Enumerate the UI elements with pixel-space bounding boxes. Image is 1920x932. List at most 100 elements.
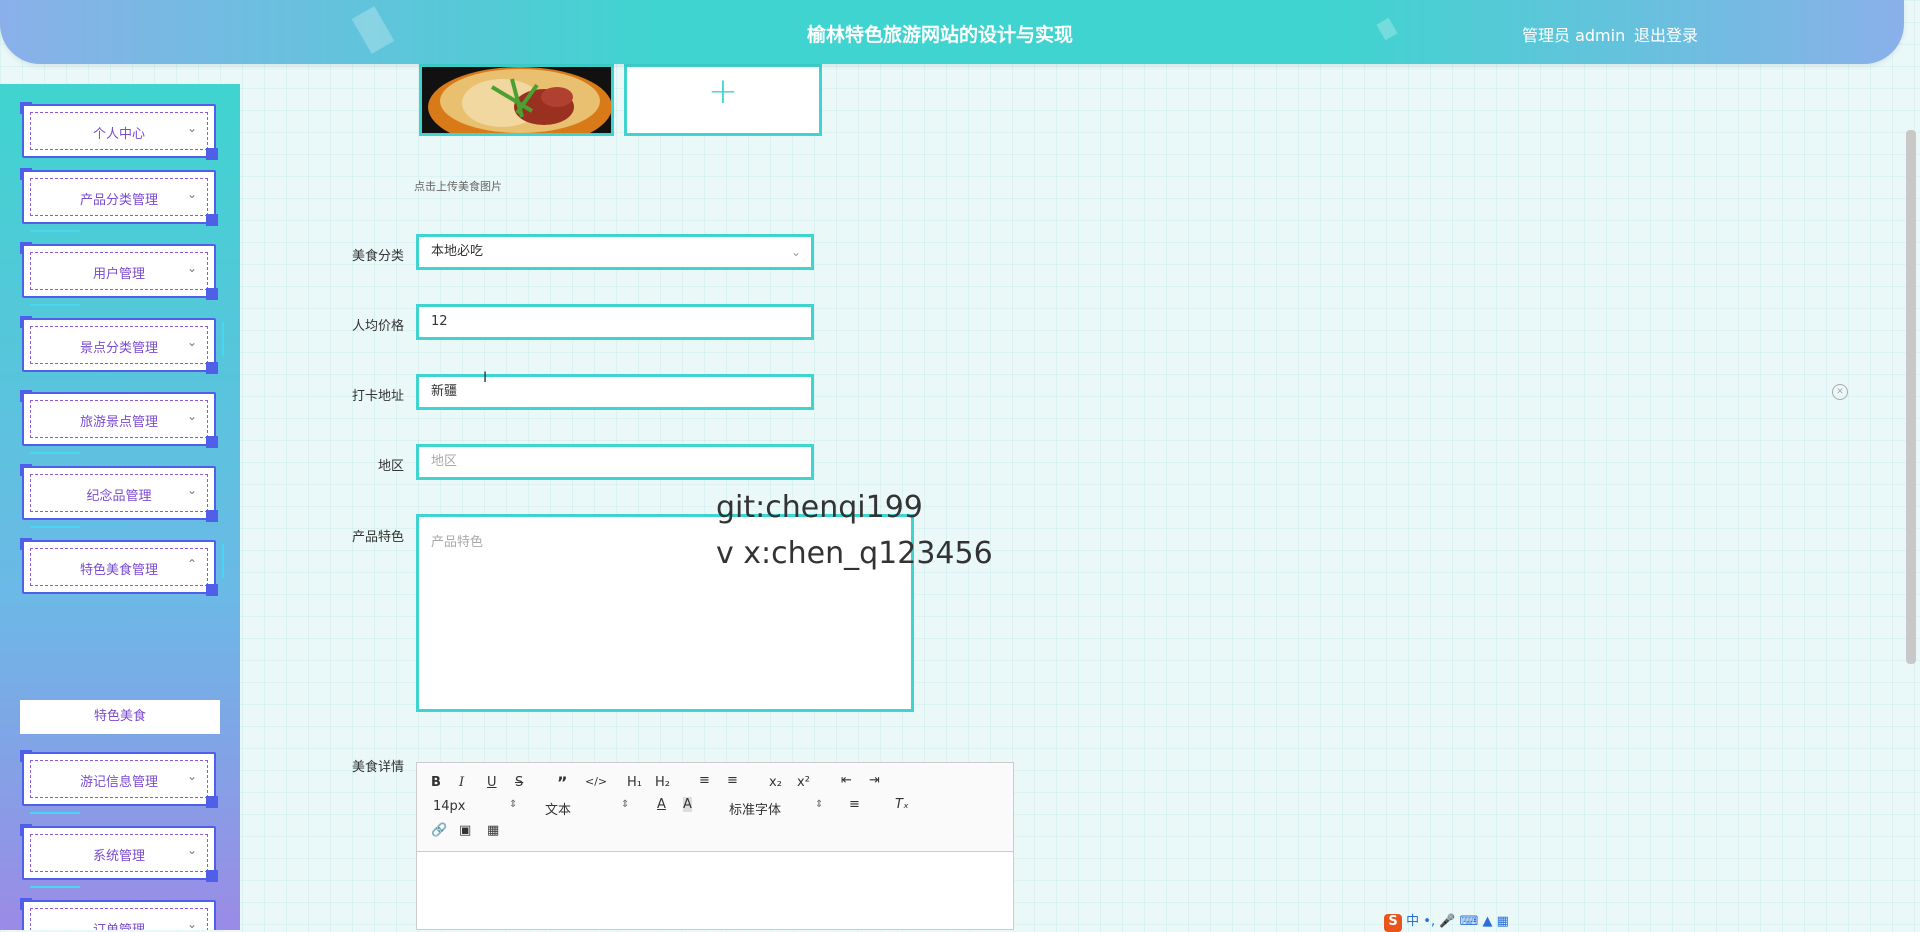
background-color-icon[interactable]: A bbox=[683, 797, 692, 812]
sidebar-item-scenic-spots[interactable]: 旅游景点管理 ⌄ bbox=[20, 390, 218, 454]
superscript-icon[interactable]: x² bbox=[797, 775, 810, 790]
font-color-icon[interactable]: A bbox=[657, 797, 666, 812]
sidebar-item-label: 特色美食管理 bbox=[79, 563, 158, 578]
sidebar-item-system[interactable]: 系统管理 ⌄ bbox=[20, 824, 218, 888]
menu-frame: 系统管理 ⌄ bbox=[22, 826, 216, 880]
sidebar-item-food-management[interactable]: 特色美食管理 ⌃ bbox=[20, 538, 224, 596]
chevron-down-icon: ⌄ bbox=[186, 187, 197, 201]
menu-frame: 特色美食管理 ⌃ bbox=[22, 540, 216, 594]
watermark-line1: git:chenqi199 bbox=[716, 490, 923, 525]
chevron-up-icon: ⌃ bbox=[186, 557, 197, 571]
line-decoration bbox=[30, 886, 80, 888]
upload-image-button[interactable]: + bbox=[624, 64, 822, 136]
ordered-list-icon[interactable]: ≡ bbox=[699, 773, 710, 788]
category-select[interactable]: 本地必吃 ⌄ bbox=[416, 234, 814, 270]
region-input[interactable]: 地区 bbox=[416, 444, 814, 480]
chevron-down-icon: ⌄ bbox=[186, 335, 197, 349]
font-family-select[interactable]: 标准字体 bbox=[729, 799, 781, 818]
menu-inner-frame: 景点分类管理 ⌄ bbox=[30, 326, 208, 364]
category-label: 美食分类 bbox=[351, 249, 404, 264]
link-icon[interactable]: 🔗 bbox=[431, 823, 447, 838]
underline-icon[interactable]: U bbox=[487, 775, 497, 790]
line-decoration bbox=[222, 322, 224, 356]
bullet-list-icon[interactable]: ≡ bbox=[727, 773, 738, 788]
blockquote-icon[interactable]: ” bbox=[557, 773, 568, 792]
line-decoration bbox=[30, 526, 80, 528]
image-icon[interactable]: ▣ bbox=[459, 823, 471, 838]
address-label: 打卡地址 bbox=[351, 389, 404, 404]
corner-decoration bbox=[206, 436, 218, 448]
clear-format-icon[interactable]: Tₓ bbox=[895, 797, 909, 812]
menu-inner-frame: 用户管理 ⌄ bbox=[30, 252, 208, 290]
menu-frame: 旅游景点管理 ⌄ bbox=[22, 392, 216, 446]
menu-frame: 景点分类管理 ⌄ bbox=[22, 318, 216, 372]
sidebar-subitem-food[interactable]: 特色美食 bbox=[20, 700, 220, 734]
price-input[interactable]: 12 bbox=[416, 304, 814, 340]
strikethrough-icon[interactable]: S bbox=[515, 775, 523, 790]
grid-icon: ▦ bbox=[1496, 914, 1509, 929]
chevron-down-icon: ⌄ bbox=[186, 483, 197, 497]
rich-text-editor[interactable]: B I U S ” </> H₁ H₂ ≡ ≡ x₂ x² ⇤ ⇥ 14px ⇕… bbox=[416, 762, 1014, 930]
corner-decoration bbox=[206, 148, 218, 160]
punctuation-icon: •, bbox=[1423, 914, 1436, 929]
font-size-select[interactable]: 14px bbox=[433, 799, 466, 814]
sidebar-item-scenic-category[interactable]: 景点分类管理 ⌄ bbox=[20, 316, 224, 374]
bold-icon[interactable]: B bbox=[431, 775, 441, 790]
sidebar-item-travel-notes[interactable]: 游记信息管理 ⌄ bbox=[20, 750, 218, 814]
font-size-value: 14px bbox=[433, 799, 466, 814]
sidebar-item-label: 游记信息管理 bbox=[79, 775, 158, 790]
subscript-icon[interactable]: x₂ bbox=[769, 775, 782, 790]
select-arrows-icon: ⇕ bbox=[509, 799, 518, 810]
corner-decoration bbox=[206, 584, 218, 596]
menu-frame: 游记信息管理 ⌄ bbox=[22, 752, 216, 806]
sidebar-item-product-category[interactable]: 产品分类管理 ⌄ bbox=[20, 168, 218, 232]
code-icon[interactable]: </> bbox=[585, 775, 607, 788]
sogou-logo-icon: S bbox=[1384, 914, 1402, 932]
italic-icon[interactable]: I bbox=[459, 775, 464, 790]
line-decoration bbox=[30, 304, 80, 306]
price-label: 人均价格 bbox=[351, 319, 404, 334]
video-icon[interactable]: ▦ bbox=[487, 823, 499, 838]
close-icon[interactable]: ✕ bbox=[1832, 384, 1848, 400]
sidebar-item-label: 产品分类管理 bbox=[79, 193, 158, 208]
sidebar-item-label: 系统管理 bbox=[92, 849, 145, 864]
menu-frame: 纪念品管理 ⌄ bbox=[22, 466, 216, 520]
corner-decoration bbox=[206, 288, 218, 300]
corner-decoration bbox=[206, 796, 218, 808]
heading2-icon[interactable]: H₂ bbox=[655, 775, 670, 790]
sidebar-item-users[interactable]: 用户管理 ⌄ bbox=[20, 242, 218, 306]
chevron-down-icon: ⌄ bbox=[186, 261, 197, 275]
select-arrows-icon: ⇕ bbox=[621, 799, 630, 810]
heading1-icon[interactable]: H₁ bbox=[627, 775, 642, 790]
menu-inner-frame: 旅游景点管理 ⌄ bbox=[30, 400, 208, 438]
sidebar-item-souvenirs[interactable]: 纪念品管理 ⌄ bbox=[20, 464, 218, 528]
line-decoration bbox=[30, 230, 80, 232]
food-image-thumbnail[interactable] bbox=[419, 64, 614, 136]
sidebar: 个人中心 ⌄ 产品分类管理 ⌄ 用户管理 ⌄ 景点分类管理 ⌄ 旅游景点管理 ⌄… bbox=[0, 84, 240, 930]
page-scrollbar[interactable] bbox=[1906, 130, 1916, 664]
line-decoration bbox=[222, 544, 224, 578]
corner-decoration bbox=[206, 362, 218, 374]
corner-decoration bbox=[206, 870, 218, 882]
sidebar-item-orders[interactable]: 订单管理 ⌄ bbox=[20, 898, 216, 930]
menu-inner-frame: 订单管理 ⌄ bbox=[30, 908, 208, 930]
watermark-line2: v x:chen_q123456 bbox=[716, 536, 993, 571]
current-user: 管理员 admin bbox=[1522, 26, 1626, 45]
menu-frame: 订单管理 ⌄ bbox=[22, 900, 216, 930]
indent-icon[interactable]: ⇥ bbox=[869, 773, 880, 788]
outdent-icon[interactable]: ⇤ bbox=[841, 773, 852, 788]
menu-inner-frame: 系统管理 ⌄ bbox=[30, 834, 208, 872]
address-input[interactable]: 新疆 bbox=[416, 374, 814, 410]
sidebar-item-personal-center[interactable]: 个人中心 ⌄ bbox=[20, 102, 218, 160]
text-type-select[interactable]: 文本 bbox=[545, 799, 571, 818]
region-label: 地区 bbox=[377, 459, 404, 474]
plus-icon: + bbox=[707, 71, 739, 112]
text-cursor-icon: I bbox=[483, 370, 488, 386]
ime-toolbar[interactable]: S 中 •, 🎤 ⌨ ▲ ▦ bbox=[1384, 910, 1509, 932]
select-arrows-icon: ⇕ bbox=[815, 799, 824, 810]
logout-link[interactable]: 退出登录 bbox=[1634, 22, 1698, 46]
align-icon[interactable]: ≡ bbox=[849, 797, 860, 812]
chevron-down-icon: ⌄ bbox=[186, 409, 197, 423]
feature-placeholder: 产品特色 bbox=[431, 535, 484, 550]
feature-label: 产品特色 bbox=[351, 530, 404, 545]
